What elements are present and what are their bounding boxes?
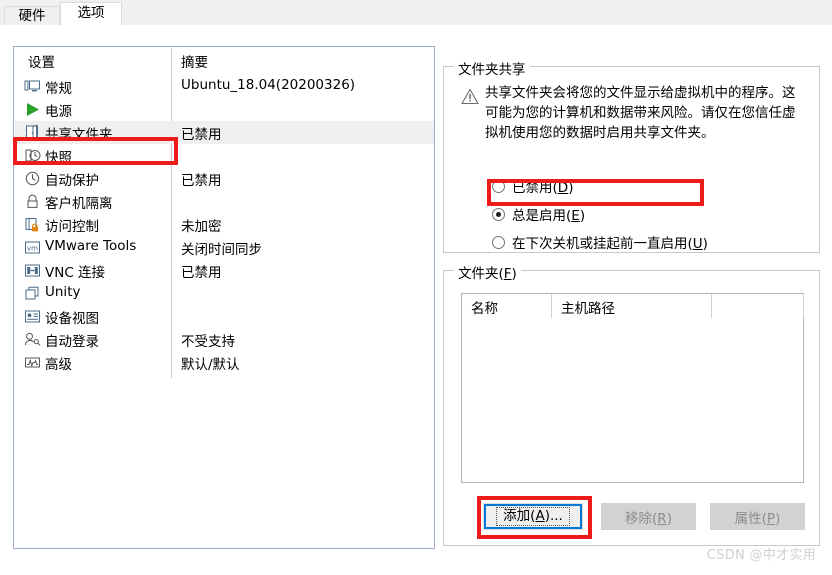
settings-row-[interactable]: 自动登录 不受支持	[15, 328, 434, 351]
radio-until-shutdown-indicator[interactable]	[492, 235, 505, 249]
settings-row-[interactable]: 自动保护 已禁用	[15, 167, 434, 190]
vmware-tools-icon: vm	[24, 239, 41, 256]
remove-folder-button-label: 移除(R)	[625, 510, 672, 527]
monitor-icon	[24, 78, 41, 95]
snapshot-clock-icon	[24, 147, 41, 164]
autoprotect-clock-icon	[24, 170, 41, 187]
column-header-summary: 摘要	[181, 55, 208, 71]
settings-row-label: 客户机隔离	[45, 196, 113, 212]
radio-option-disabled[interactable]: 已禁用(D)	[492, 175, 573, 197]
remove-folder-button[interactable]: 移除(R)	[601, 503, 696, 530]
unity-windows-icon	[24, 285, 41, 302]
settings-row-unity[interactable]: Unity	[15, 282, 434, 305]
settings-row-[interactable]: 客户机隔离	[15, 190, 434, 213]
settings-row-summary: 关闭时间同步	[181, 242, 262, 258]
radio-always-enabled-indicator[interactable]	[492, 207, 505, 221]
tab-strip: 硬件 选项	[0, 0, 832, 26]
radio-option-until-shutdown[interactable]: 在下次关机或挂起前一直启用(U)	[492, 231, 708, 253]
device-view-icon	[24, 308, 41, 325]
settings-row-label: 电源	[45, 104, 72, 120]
auto-login-user-icon	[24, 331, 41, 348]
folder-sharing-group: 文件夹共享 共享文件夹会将您的文件显示给虚拟机中的程序。这可能为您的计算机和数据…	[443, 58, 820, 253]
folder-properties-button[interactable]: 属性(P)	[710, 503, 805, 530]
settings-row-summary: Ubuntu_18.04(20200326)	[181, 77, 356, 93]
settings-dialog-content: 设置 摘要 常规 Ubuntu_18.04(20200326) 电源 共享文件夹 已禁用…	[0, 26, 832, 575]
settings-row-[interactable]: 设备视图	[15, 305, 434, 328]
add-folder-button-label: 添加(A)...	[496, 507, 570, 526]
settings-row-summary: 默认/默认	[181, 357, 240, 373]
shared-folder-icon	[24, 124, 41, 141]
folders-group-title: 文件夹(F)	[454, 262, 521, 282]
settings-row-label: Unity	[45, 284, 81, 300]
settings-row-label: 常规	[45, 81, 72, 97]
power-play-icon	[24, 101, 41, 118]
radio-disabled-label: 已禁用(D)	[512, 180, 574, 196]
settings-row-label: 访问控制	[45, 219, 99, 235]
settings-row-label: 自动保护	[45, 173, 99, 189]
settings-row-summary: 未加密	[181, 219, 222, 235]
settings-row-[interactable]: 常规 Ubuntu_18.04(20200326)	[15, 75, 434, 98]
folder-sharing-group-title: 文件夹共享	[454, 58, 530, 78]
folders-column-host-path[interactable]: 主机路径	[552, 294, 712, 318]
settings-row-label: 设备视图	[45, 311, 99, 327]
add-folder-button[interactable]: 添加(A)...	[483, 503, 583, 530]
settings-row-[interactable]: 电源	[15, 98, 434, 121]
svg-text:vm: vm	[27, 244, 38, 252]
vnc-connection-icon	[24, 262, 41, 279]
settings-row-[interactable]: 共享文件夹 已禁用	[15, 121, 434, 144]
folder-sharing-warning-text: 共享文件夹会将您的文件显示给虚拟机中的程序。这可能为您的计算机和数据带来风险。请…	[485, 85, 796, 141]
radio-always-enabled-label: 总是启用(E)	[512, 208, 586, 224]
settings-row-label: 快照	[45, 150, 72, 166]
radio-option-always-enabled[interactable]: 总是启用(E)	[492, 203, 585, 225]
warning-triangle-icon	[461, 88, 479, 105]
settings-row-label: 共享文件夹	[45, 127, 113, 143]
settings-row-summary: 已禁用	[181, 127, 222, 143]
settings-row-summary: 已禁用	[181, 265, 222, 281]
settings-row-vnc[interactable]: VNC 连接 已禁用	[15, 259, 434, 282]
lock-icon	[24, 193, 41, 210]
radio-disabled-indicator[interactable]	[492, 179, 505, 193]
access-control-lock-icon	[24, 216, 41, 233]
tab-options-label: 选项	[77, 5, 105, 22]
options-panel: 文件夹共享 共享文件夹会将您的文件显示给虚拟机中的程序。这可能为您的计算机和数据…	[443, 46, 820, 549]
settings-list-header: 设置 摘要	[14, 51, 434, 73]
tab-hardware[interactable]: 硬件	[4, 6, 60, 26]
settings-row-label: VMware Tools	[45, 238, 137, 254]
folders-column-blank[interactable]	[712, 294, 804, 318]
folders-table[interactable]: 名称 主机路径	[461, 293, 804, 483]
folder-properties-button-label: 属性(P)	[734, 510, 781, 527]
settings-row-[interactable]: 访问控制 未加密	[15, 213, 434, 236]
watermark: CSDN @中才实用	[706, 548, 816, 563]
settings-row-[interactable]: 高级 默认/默认	[15, 351, 434, 374]
folders-group: 文件夹(F) 名称 主机路径 添加(A)... 移除(R) 属性(P)	[443, 262, 820, 546]
settings-row-vmware-tools[interactable]: vm VMware Tools 关闭时间同步	[15, 236, 434, 259]
folders-column-name[interactable]: 名称	[462, 294, 552, 318]
settings-row-label: 高级	[45, 357, 72, 373]
settings-list[interactable]: 设置 摘要 常规 Ubuntu_18.04(20200326) 电源 共享文件夹 已禁用…	[13, 46, 435, 549]
tab-hardware-label: 硬件	[18, 7, 46, 24]
settings-row-label: VNC 连接	[45, 265, 106, 281]
settings-row-summary: 已禁用	[181, 173, 222, 189]
radio-until-shutdown-label: 在下次关机或挂起前一直启用(U)	[512, 236, 708, 252]
settings-row-summary: 不受支持	[181, 334, 235, 350]
column-header-setting: 设置	[28, 55, 55, 71]
settings-row-label: 自动登录	[45, 334, 99, 350]
tab-options[interactable]: 选项	[60, 2, 122, 26]
settings-row-[interactable]: 快照	[15, 144, 434, 167]
advanced-graph-icon	[24, 354, 41, 371]
